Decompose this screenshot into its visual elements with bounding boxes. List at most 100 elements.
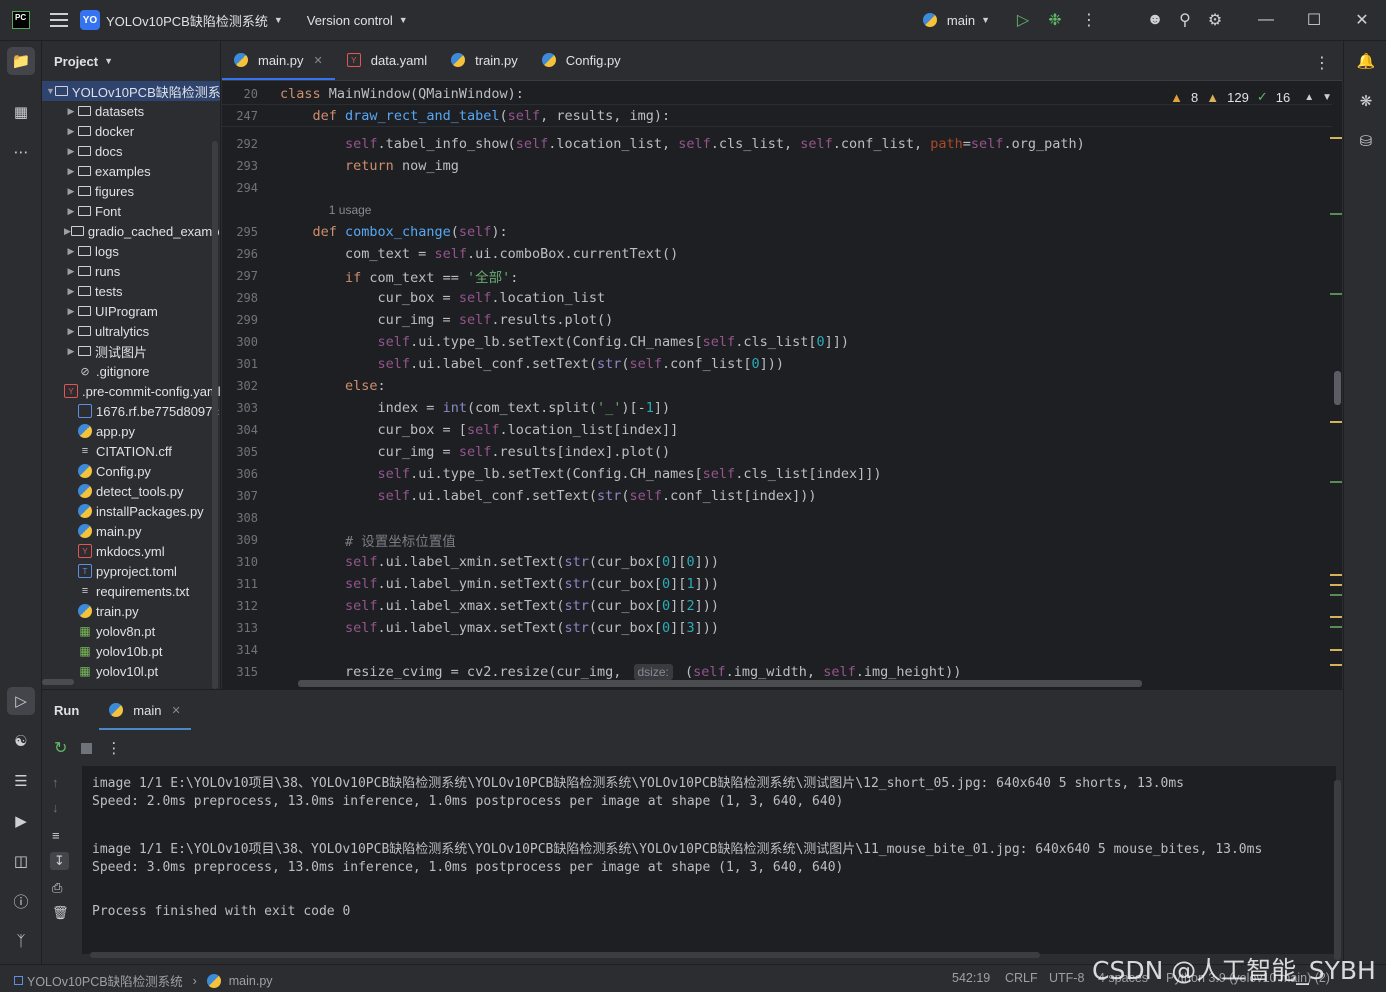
code-line[interactable]: 309 # 设置坐标位置值 (222, 529, 1332, 551)
code-line[interactable]: 299 cur_img = self.results.plot() (222, 309, 1332, 331)
stripe-mark[interactable] (1330, 421, 1342, 423)
tree-folder[interactable]: ▶ ultralytics (42, 321, 220, 341)
run-tab-main[interactable]: main ✕ (99, 690, 192, 730)
tree-file[interactable]: ▦ yolov8n.pt (42, 621, 220, 641)
notifications-icon[interactable]: 🔔 (1352, 47, 1380, 75)
code-line[interactable]: 311 self.ui.label_ymin.setText(str(cur_b… (222, 573, 1332, 595)
stripe-mark[interactable] (1330, 137, 1342, 139)
code-line[interactable]: 308 (222, 507, 1332, 529)
structure-tool-icon[interactable]: ▦ (7, 98, 35, 126)
code-line[interactable]: 292 self.tabel_info_show(self.location_l… (222, 133, 1332, 155)
tab-options-icon[interactable]: ⋮ (1314, 53, 1330, 73)
code-line[interactable]: 294 (222, 177, 1332, 199)
stripe-mark[interactable] (1330, 664, 1342, 666)
breadcrumb-project[interactable]: YOLOv10PCB缺陷检测系统 (27, 971, 183, 990)
inspection-widget[interactable]: ▲ 8 ▲ 129 ✓ 16 ▲ ▼ (1170, 89, 1332, 105)
maximize-icon[interactable]: ☐ (1290, 10, 1338, 30)
tab-data-yaml[interactable]: Ydata.yaml (335, 40, 439, 80)
file-encoding[interactable]: UTF-8 (1049, 971, 1084, 985)
tree-folder[interactable]: ▶ datasets (42, 101, 220, 121)
project-selector[interactable]: YO YOLOv10PCB缺陷检测系统 ▼ (80, 10, 283, 30)
tree-folder[interactable]: ▶ UIProgram (42, 301, 220, 321)
more-actions-icon[interactable]: ⋮ (106, 739, 121, 757)
project-panel-header[interactable]: Project ▼ (42, 41, 220, 81)
rerun-icon[interactable]: ↻ (54, 738, 67, 758)
run-icon[interactable]: ▷ (1008, 10, 1038, 30)
tree-file[interactable]: ▦ yolov10l.pt (42, 661, 220, 681)
tree-folder[interactable]: ▶ logs (42, 241, 220, 261)
soft-wrap-icon[interactable]: ≡ (52, 828, 60, 843)
chevron-up-icon[interactable]: ▲ (1304, 92, 1314, 103)
console-scrollbar[interactable] (1334, 780, 1341, 960)
tree-scrollbar[interactable] (212, 141, 218, 689)
tree-folder[interactable]: ▶ 测试图片 (42, 341, 220, 361)
code-line[interactable]: 302 else: (222, 375, 1332, 397)
sticky-line[interactable]: 20 class MainWindow(QMainWindow): (222, 83, 1332, 105)
tree-file[interactable]: Config.py (42, 461, 220, 481)
chevron-right-icon[interactable]: ▶ (64, 346, 78, 357)
run-tool-icon[interactable]: ▷ (7, 687, 35, 715)
code-line[interactable]: 313 self.ui.label_ymax.setText(str(cur_b… (222, 617, 1332, 639)
code-line[interactable]: 298 cur_box = self.location_list (222, 287, 1332, 309)
sticky-line[interactable]: 247 def draw_rect_and_tabel(self, result… (222, 105, 1332, 127)
chevron-right-icon[interactable]: ▶ (64, 106, 78, 117)
run-config-selector[interactable]: main ▼ (922, 13, 990, 28)
breadcrumb[interactable]: YOLOv10PCB缺陷检测系统 › main.py (14, 971, 273, 990)
stripe-mark[interactable] (1330, 293, 1342, 295)
code-line[interactable]: 305 cur_img = self.results[index].plot() (222, 441, 1332, 463)
more-actions-icon[interactable]: ⋮ (1072, 10, 1106, 30)
line-separator[interactable]: CRLF (1005, 971, 1038, 985)
minimize-icon[interactable]: — (1242, 11, 1290, 29)
version-control-menu[interactable]: Version control ▼ (307, 13, 408, 28)
tree-file[interactable]: ⊘ .gitignore (42, 361, 220, 381)
tree-file[interactable]: ≡ CITATION.cff (42, 441, 220, 461)
search-icon[interactable]: ⚲ (1170, 10, 1200, 30)
console-hscrollbar[interactable] (90, 952, 1040, 958)
stripe-mark[interactable] (1330, 481, 1342, 483)
main-menu-icon[interactable] (50, 13, 68, 27)
close-icon[interactable]: ✕ (1338, 10, 1386, 30)
python-packages-icon[interactable]: ☰ (7, 767, 35, 795)
terminal-icon[interactable]: ◫ (7, 847, 35, 875)
code-line[interactable]: 293 return now_img (222, 155, 1332, 177)
tree-file[interactable]: Tpyproject.toml (42, 561, 220, 581)
chevron-down-icon[interactable]: ▼ (1322, 92, 1332, 103)
code-area[interactable]: 292 self.tabel_info_show(self.location_l… (222, 82, 1342, 689)
tree-file[interactable]: 1676.rf.be775d8097c (42, 401, 220, 421)
project-tool-icon[interactable]: 📁 (7, 47, 35, 75)
breadcrumb-file[interactable]: main.py (229, 974, 273, 988)
chevron-right-icon[interactable]: ▶ (64, 166, 78, 177)
scroll-up-icon[interactable]: ↑ (52, 775, 59, 790)
code-line[interactable]: 301 self.ui.label_conf.setText(str(self.… (222, 353, 1332, 375)
code-line[interactable]: 296 com_text = self.ui.comboBox.currentT… (222, 243, 1332, 265)
add-user-icon[interactable]: ☻ (1140, 11, 1170, 29)
tree-file[interactable]: installPackages.py (42, 501, 220, 521)
gear-icon[interactable]: ⚙ (1200, 10, 1230, 30)
stripe-mark[interactable] (1330, 584, 1342, 586)
debug-icon[interactable]: ❉ (1038, 10, 1072, 30)
tree-file[interactable]: Y .pre-commit-config.yaml (42, 381, 220, 401)
stripe-mark[interactable] (1330, 626, 1342, 628)
tree-file[interactable]: Ymkdocs.yml (42, 541, 220, 561)
tree-folder[interactable]: ▶ docker (42, 121, 220, 141)
chevron-right-icon[interactable]: ▶ (64, 246, 78, 257)
stripe-mark[interactable] (1330, 649, 1342, 651)
code-line[interactable]: 310 self.ui.label_xmin.setText(str(cur_b… (222, 551, 1332, 573)
chevron-right-icon[interactable]: ▶ (64, 286, 78, 297)
tree-folder[interactable]: ▶ tests (42, 281, 220, 301)
problems-icon[interactable]: ⓘ (7, 887, 35, 915)
stripe-mark[interactable] (1330, 574, 1342, 576)
ai-assistant-icon[interactable]: ❋ (1352, 87, 1380, 115)
chevron-right-icon[interactable]: ▶ (64, 266, 78, 277)
code-line[interactable]: 303 index = int(com_text.split('_')[-1]) (222, 397, 1332, 419)
close-tab-icon[interactable]: ✕ (314, 54, 323, 67)
code-line[interactable]: 300 self.ui.type_lb.setText(Config.CH_na… (222, 331, 1332, 353)
chevron-right-icon[interactable]: ▶ (64, 326, 78, 337)
tree-file[interactable]: train.py (42, 601, 220, 621)
tree-folder[interactable]: ▶ examples (42, 161, 220, 181)
services-icon[interactable]: ▶ (7, 807, 35, 835)
chevron-right-icon[interactable]: ▶ (64, 226, 71, 237)
chevron-right-icon[interactable]: ▶ (64, 306, 78, 317)
code-line[interactable]: 312 self.ui.label_xmax.setText(str(cur_b… (222, 595, 1332, 617)
tree-folder[interactable]: ▶ docs (42, 141, 220, 161)
